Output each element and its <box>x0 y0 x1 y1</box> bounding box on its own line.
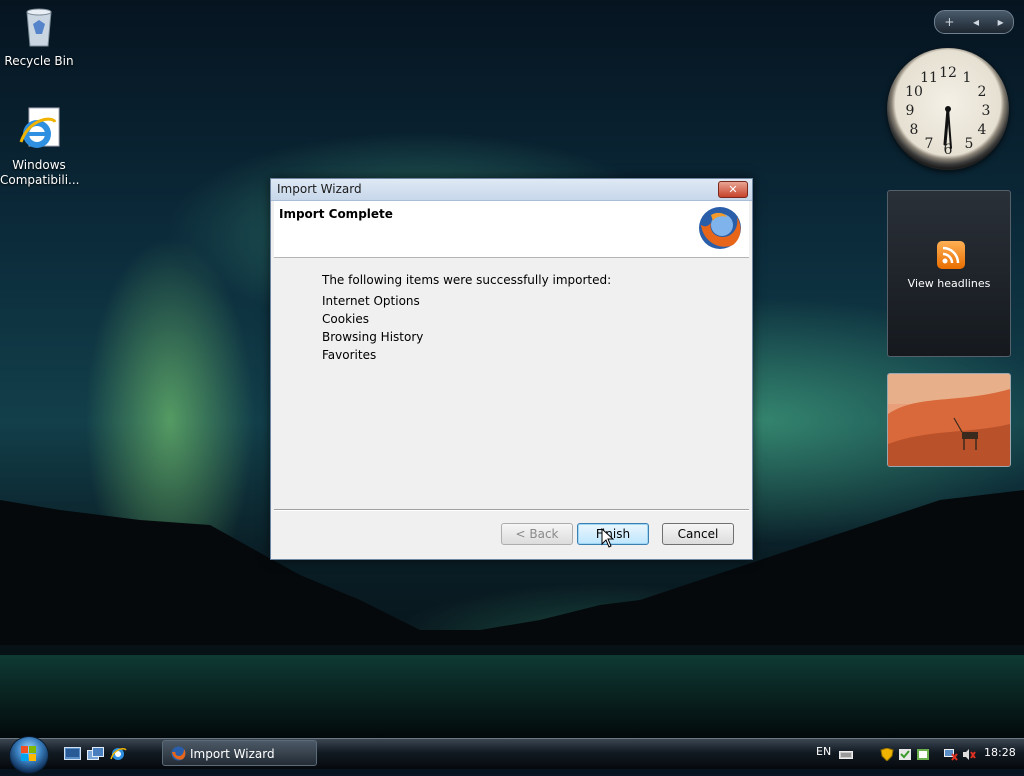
svg-text:10: 10 <box>905 84 923 100</box>
firefox-logo-icon <box>699 207 741 249</box>
taskbar-button-label: Import Wizard <box>190 747 275 761</box>
back-button[interactable]: < Back <box>501 523 573 545</box>
next-page-button[interactable]: ▸ <box>998 15 1004 29</box>
imported-item: Browsing History <box>322 330 424 344</box>
svg-text:2: 2 <box>978 84 987 100</box>
dialog-title-bar[interactable]: Import Wizard ✕ <box>271 179 752 201</box>
svg-text:4: 4 <box>978 122 987 138</box>
rss-icon <box>937 241 965 269</box>
defender-check-icon[interactable] <box>898 748 912 761</box>
cancel-button[interactable]: Cancel <box>662 523 734 545</box>
page-title: Import Complete <box>279 207 393 221</box>
windows-update-icon[interactable] <box>916 748 930 761</box>
imported-item: Favorites <box>322 348 377 362</box>
dialog-header: Import Complete <box>274 201 749 258</box>
show-desktop-icon[interactable] <box>64 747 81 761</box>
svg-text:1: 1 <box>963 70 972 86</box>
clock-gadget[interactable]: 12 1 2 3 4 5 6 7 8 9 10 11 <box>887 48 1009 170</box>
feed-headlines-gadget[interactable]: View headlines <box>887 190 1011 357</box>
svg-text:3: 3 <box>982 103 991 119</box>
intro-text: The following items were successfully im… <box>322 273 612 287</box>
taskbar: Import Wizard EN 18:28 <box>0 736 1024 774</box>
recycle-bin-icon <box>15 2 63 50</box>
taskbar-button-import-wizard[interactable]: Import Wizard <box>162 740 317 766</box>
svg-text:5: 5 <box>965 136 974 152</box>
slideshow-gadget[interactable] <box>887 373 1011 467</box>
switch-windows-icon[interactable] <box>87 747 104 761</box>
internet-explorer-icon <box>15 106 63 154</box>
sidebar-controls: + ◂ ▸ <box>934 10 1014 34</box>
volume-muted-icon[interactable] <box>962 748 976 761</box>
button-separator <box>274 509 749 511</box>
clock-face: 12 1 2 3 4 5 6 7 8 9 10 11 <box>905 65 991 158</box>
close-button[interactable]: ✕ <box>718 181 748 198</box>
view-headlines-label: View headlines <box>907 277 991 290</box>
desktop-icon-label: Recycle Bin <box>4 54 74 68</box>
desktop-icon-label: Windows Compatibili... <box>0 158 80 187</box>
import-wizard-dialog: Import Wizard ✕ Import Complete The foll… <box>270 178 753 560</box>
desktop-icon-recycle-bin[interactable]: Recycle Bin <box>0 2 78 69</box>
security-shield-icon[interactable] <box>880 748 894 761</box>
import-results: The following items were successfully im… <box>322 271 611 364</box>
previous-page-button[interactable]: ◂ <box>973 15 979 29</box>
clock-time[interactable]: 18:28 <box>984 746 1016 759</box>
mouse-cursor-icon <box>601 528 615 548</box>
imported-item: Internet Options <box>322 294 420 308</box>
dialog-title: Import Wizard <box>277 182 362 196</box>
add-gadget-button[interactable]: + <box>944 15 954 29</box>
svg-text:11: 11 <box>920 70 938 86</box>
network-disconnected-icon[interactable] <box>944 748 958 761</box>
svg-text:7: 7 <box>925 136 934 152</box>
firefox-icon <box>171 746 186 761</box>
svg-text:12: 12 <box>939 65 957 81</box>
desktop-icon-windows-compatibility[interactable]: Windows Compatibili... <box>0 106 80 188</box>
imported-item: Cookies <box>322 312 369 326</box>
keyboard-icon[interactable] <box>839 748 853 761</box>
svg-text:9: 9 <box>906 103 915 119</box>
svg-text:8: 8 <box>910 122 919 138</box>
slideshow-image <box>888 374 1010 466</box>
internet-explorer-icon[interactable] <box>110 747 127 761</box>
language-indicator[interactable]: EN <box>816 745 831 758</box>
start-button[interactable] <box>9 736 49 774</box>
